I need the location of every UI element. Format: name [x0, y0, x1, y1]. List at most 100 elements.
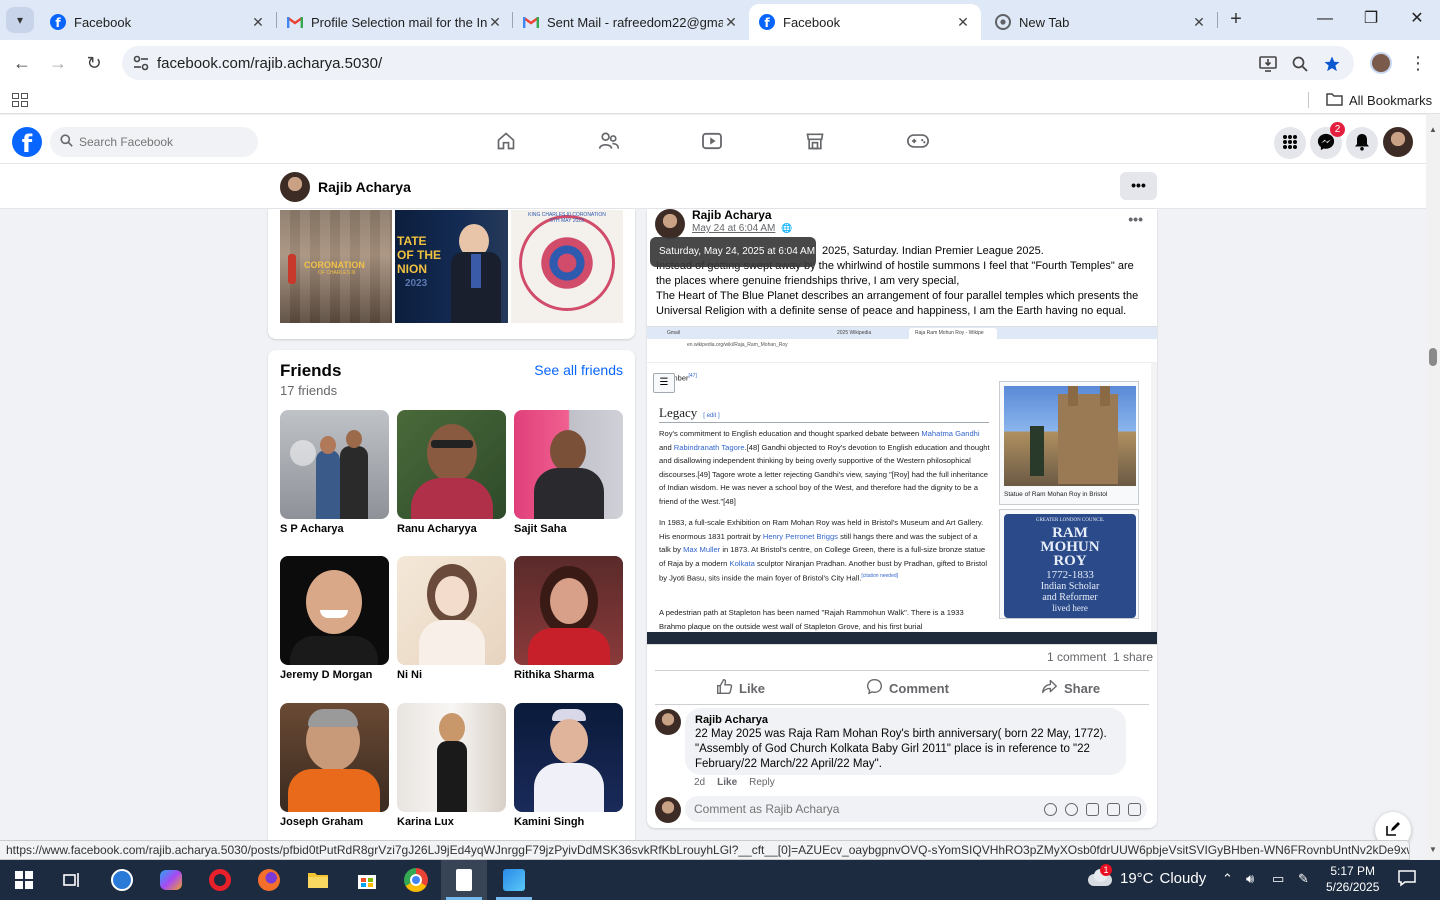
notepad-icon[interactable]	[450, 866, 478, 894]
comments-count[interactable]: 1 comment	[1047, 650, 1106, 664]
friend-photo[interactable]	[514, 556, 623, 665]
friend-card[interactable]: Rithika Sharma	[514, 556, 623, 681]
volume-icon[interactable]: 🔊︎	[1246, 871, 1254, 887]
commenter-avatar[interactable]	[655, 797, 681, 823]
profile-more-button[interactable]: •••	[1120, 172, 1157, 200]
forward-button[interactable]: →	[46, 51, 70, 75]
friend-card[interactable]: Kamini Singh	[514, 703, 623, 828]
site-settings-icon[interactable]	[132, 54, 150, 72]
bookmark-star-icon[interactable]	[1321, 53, 1343, 75]
zoom-icon[interactable]	[1289, 53, 1311, 75]
share-button[interactable]: Share	[1041, 675, 1100, 701]
paint-icon[interactable]	[500, 866, 528, 894]
copilot-icon[interactable]	[157, 866, 185, 894]
nav-marketplace[interactable]	[795, 127, 835, 157]
friend-name[interactable]: Sajit Saha	[514, 523, 623, 535]
comment-author-avatar[interactable]	[655, 709, 681, 735]
close-icon[interactable]: ✕	[1191, 14, 1207, 31]
shares-count[interactable]: 1 share	[1113, 650, 1153, 664]
friend-name[interactable]: Rithika Sharma	[514, 669, 623, 681]
friend-name[interactable]: Ni Ni	[397, 669, 506, 681]
friend-photo[interactable]	[280, 703, 389, 812]
chrome-menu-icon[interactable]: ⋮	[1408, 52, 1428, 74]
friend-photo[interactable]	[397, 703, 506, 812]
notification-center-icon[interactable]	[1398, 869, 1416, 890]
post-author[interactable]: Rajib Acharya	[692, 208, 772, 222]
post-image[interactable]: Gmail 2025 Wikipedia Raja Ram Mohun Roy …	[647, 326, 1157, 645]
page-scrollbar[interactable]: ▲ ▼	[1426, 115, 1440, 860]
friend-card[interactable]: S P Acharya	[280, 410, 389, 535]
pen-icon[interactable]: ✎	[1298, 871, 1309, 887]
weather-widget[interactable]: 1 19°C Cloudy	[1088, 864, 1206, 887]
chevron-up-icon[interactable]: ⌃	[1222, 871, 1233, 887]
apps-grid-icon[interactable]	[12, 93, 28, 107]
new-tab-button[interactable]: +	[1224, 8, 1248, 32]
account-avatar[interactable]	[1383, 127, 1413, 157]
menu-button[interactable]	[1274, 127, 1306, 159]
close-icon[interactable]: ✕	[250, 14, 266, 31]
tab-gmail-sent[interactable]: Sent Mail - rafreedom22@gma ✕	[513, 4, 749, 40]
facebook-logo[interactable]: f	[12, 127, 42, 158]
address-bar[interactable]: facebook.com/rajib.acharya.5030/	[122, 46, 1354, 80]
tab-new-tab[interactable]: New Tab ✕	[985, 4, 1217, 40]
friend-name[interactable]: Jeremy D Morgan	[280, 669, 389, 681]
gif-icon[interactable]	[1107, 803, 1120, 816]
close-window-button[interactable]: ✕	[1394, 8, 1440, 32]
friend-photo[interactable]	[280, 556, 389, 665]
emoji-icon[interactable]	[1065, 803, 1078, 816]
store-icon[interactable]	[353, 866, 381, 894]
back-button[interactable]: ←	[10, 51, 34, 75]
photo-coronation[interactable]: CORONATION OF CHARLES III	[280, 210, 392, 323]
task-view-icon[interactable]	[58, 866, 86, 894]
maximize-button[interactable]: ❐	[1348, 8, 1394, 32]
friend-card[interactable]: Karina Lux	[397, 703, 506, 828]
profile-avatar[interactable]	[280, 172, 310, 202]
firefox-icon[interactable]	[255, 866, 283, 894]
friend-name[interactable]: S P Acharya	[280, 523, 389, 535]
photo-state-of-union[interactable]: TATE OF THE NION 2023	[395, 210, 508, 323]
scrollbar-thumb[interactable]	[1429, 348, 1437, 366]
friend-name[interactable]: Ranu Acharyya	[397, 523, 506, 535]
scroll-down-icon[interactable]: ▼	[1428, 845, 1438, 854]
chrome-taskbar-icon[interactable]	[402, 866, 430, 894]
all-bookmarks-button[interactable]: All Bookmarks	[1326, 92, 1432, 109]
tab-facebook-active[interactable]: f Facebook ✕	[749, 4, 981, 40]
comment-input[interactable]	[694, 802, 994, 816]
close-icon[interactable]: ✕	[723, 14, 739, 31]
tab-facebook-1[interactable]: f Facebook ✕	[40, 4, 276, 40]
nav-gaming[interactable]	[898, 127, 938, 157]
friend-card[interactable]: Ni Ni	[397, 556, 506, 681]
nav-friends[interactable]	[589, 127, 629, 157]
friend-card[interactable]: Ranu Acharyya	[397, 410, 506, 535]
see-all-friends-link[interactable]: See all friends	[534, 362, 623, 378]
friend-photo[interactable]	[514, 703, 623, 812]
post-options-icon[interactable]: •••	[1128, 211, 1143, 227]
friend-photo[interactable]	[397, 556, 506, 665]
sticker-icon[interactable]	[1128, 803, 1141, 816]
comment-reply-link[interactable]: Reply	[749, 777, 775, 788]
like-button[interactable]: Like	[716, 675, 765, 701]
friend-card[interactable]: Jeremy D Morgan	[280, 556, 389, 681]
post-author-avatar[interactable]	[655, 209, 685, 239]
chrome-profile-avatar[interactable]	[1370, 52, 1392, 74]
opera-icon[interactable]	[206, 866, 234, 894]
friend-card[interactable]: Joseph Graham	[280, 703, 389, 828]
app-icon-blue[interactable]	[108, 866, 136, 894]
comment-age[interactable]: 2d	[694, 777, 705, 788]
file-explorer-icon[interactable]	[304, 866, 332, 894]
close-icon[interactable]: ✕	[487, 14, 503, 31]
friend-photo[interactable]	[397, 410, 506, 519]
avatar-sticker-icon[interactable]	[1044, 803, 1057, 816]
friend-photo[interactable]	[280, 410, 389, 519]
network-icon[interactable]: ▭	[1272, 871, 1284, 887]
friend-name[interactable]: Kamini Singh	[514, 816, 623, 828]
post-timestamp[interactable]: May 24 at 6:04 AM	[692, 223, 775, 234]
install-app-icon[interactable]	[1257, 53, 1279, 75]
scroll-up-icon[interactable]: ▲	[1428, 125, 1438, 134]
camera-icon[interactable]	[1086, 803, 1099, 816]
photo-king-charles[interactable]: KING CHARLES III CORONATION 6TH MAY 2023	[511, 210, 623, 323]
system-clock[interactable]: 5:17 PM 5/26/2025	[1326, 863, 1379, 895]
tab-search-button[interactable]: ▾	[6, 7, 34, 33]
comment-author[interactable]: Rajib Acharya	[695, 714, 1116, 726]
notifications-button[interactable]	[1346, 127, 1378, 159]
